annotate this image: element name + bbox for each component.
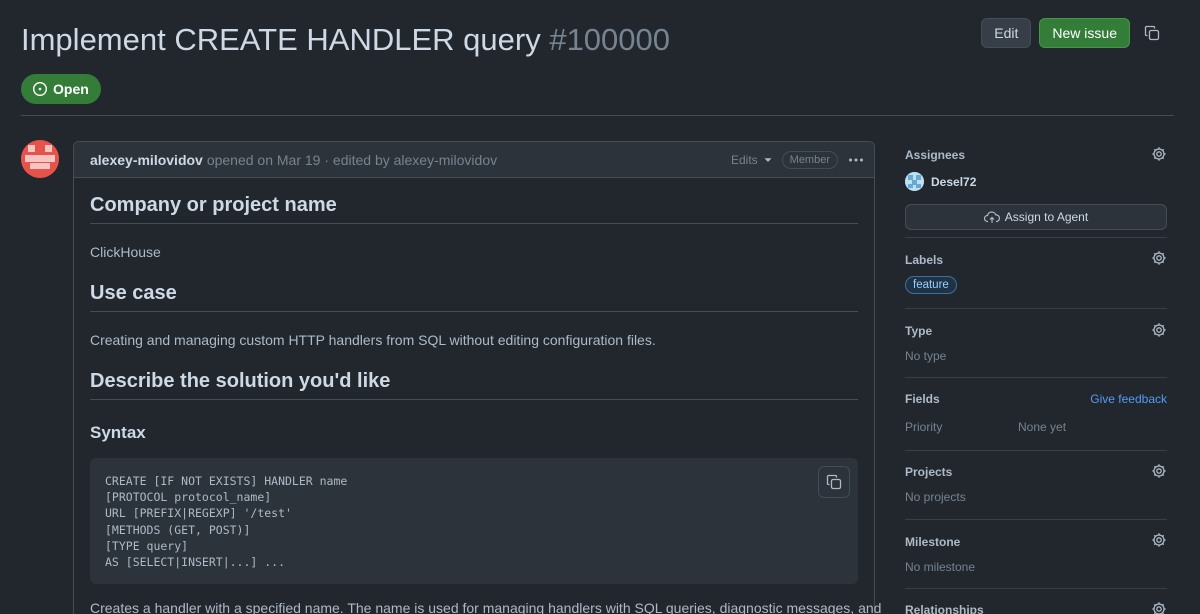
heading-solution: Describe the solution you'd like: [90, 350, 858, 400]
priority-field[interactable]: Priority None yet: [905, 420, 1066, 434]
type-value: No type: [905, 349, 947, 363]
assignee-name: Desel72: [931, 174, 977, 189]
syntax-code-block: CREATE [IF NOT EXISTS] HANDLER name [PRO…: [90, 458, 858, 584]
projects-value: No projects: [905, 490, 966, 504]
issue-page: Implement CREATE HANDLER query #100000 E…: [0, 0, 1200, 614]
copy-icon: [826, 474, 842, 490]
gear-icon[interactable]: [1151, 146, 1167, 162]
comment-header: alexey-milovidov opened on Mar 19 · edit…: [74, 142, 874, 178]
assignee-item[interactable]: Desel72: [905, 172, 976, 191]
comment-header-actions: Edits Member: [731, 150, 864, 169]
copy-code-button[interactable]: [818, 466, 850, 498]
triangle-down-icon: [764, 156, 772, 164]
fields-section: Fields Give feedback Priority None yet: [905, 378, 1167, 451]
comment-meta: opened on Mar 19 · edited by alexey-milo…: [206, 151, 498, 168]
relationships-section: Relationships: [905, 589, 1167, 614]
description-text: Creates a handler with a specified name.…: [90, 600, 882, 614]
new-issue-button[interactable]: New issue: [1039, 18, 1130, 48]
type-title[interactable]: Type: [905, 324, 932, 338]
edits-label: Edits: [730, 152, 758, 167]
kebab-horizontal-icon[interactable]: [848, 152, 864, 168]
assign-to-agent-label: Assign to Agent: [1004, 210, 1089, 224]
type-section: Type No type: [905, 309, 1167, 378]
gear-icon[interactable]: [1151, 532, 1167, 548]
gear-icon[interactable]: [1151, 463, 1167, 479]
assignees-section: Assignees Desel72 Assign to Agent: [905, 140, 1167, 238]
milestone-section: Milestone No milestone: [905, 520, 1167, 589]
header-actions: Edit New issue: [981, 18, 1166, 48]
gear-icon[interactable]: [1151, 322, 1167, 338]
milestone-title[interactable]: Milestone: [905, 535, 960, 549]
comment-body: Company or project name ClickHouse Use c…: [74, 178, 882, 614]
code-line: URL [PREFIX|REGEXP] '/test': [105, 506, 292, 521]
issue-number: #100000: [549, 22, 671, 57]
priority-value: None yet: [1018, 420, 1067, 434]
assignees-title[interactable]: Assignees: [905, 148, 965, 162]
comment-author-link[interactable]: alexey-milovidov: [90, 152, 203, 168]
fields-title: Fields: [905, 392, 940, 406]
labels-title[interactable]: Labels: [905, 253, 943, 267]
edits-dropdown[interactable]: Edits: [731, 153, 772, 167]
gear-icon[interactable]: [1151, 601, 1167, 614]
issue-body-comment: alexey-milovidov opened on Mar 19 · edit…: [73, 141, 882, 614]
gear-icon[interactable]: [1151, 250, 1167, 266]
projects-title[interactable]: Projects: [905, 465, 952, 479]
code-line: AS [SELECT|INSERT|...] ...: [105, 555, 286, 570]
issue-state-badge: Open: [21, 74, 101, 104]
issue-sidebar: Assignees Desel72 Assign to Agent Labels…: [905, 140, 1167, 614]
company-text: ClickHouse: [90, 244, 161, 260]
copy-link-icon[interactable]: [1138, 19, 1166, 47]
code-line: [TYPE query]: [105, 538, 189, 553]
priority-name: Priority: [905, 420, 943, 434]
issue-title: Implement CREATE HANDLER query #100000: [21, 22, 670, 58]
issue-state-label: Open: [53, 81, 89, 97]
heading-syntax: Syntax: [90, 423, 146, 442]
relationships-title[interactable]: Relationships: [905, 603, 984, 614]
labels-section: Labels feature: [905, 238, 1167, 309]
code-line: CREATE [IF NOT EXISTS] HANDLER name: [105, 474, 348, 488]
heading-company: Company or project name: [90, 178, 858, 224]
assign-to-agent-button[interactable]: Assign to Agent: [905, 204, 1167, 230]
cloud-agent-icon: [983, 210, 1000, 224]
assignee-avatar: [905, 172, 924, 191]
code-line: [PROTOCOL protocol_name]: [105, 490, 272, 505]
use-case-text: Creating and managing custom HTTP handle…: [90, 332, 656, 348]
projects-section: Projects No projects: [905, 451, 1167, 520]
issue-title-text: Implement CREATE HANDLER query: [21, 22, 541, 57]
code-line: [METHODS (GET, POST)]: [105, 522, 251, 537]
heading-use-case: Use case: [90, 262, 858, 312]
edit-button[interactable]: Edit: [981, 18, 1032, 48]
label-feature[interactable]: feature: [905, 276, 957, 294]
author-avatar[interactable]: [21, 140, 59, 178]
author-role-badge: Member: [781, 150, 838, 169]
give-feedback-link[interactable]: Give feedback: [1090, 392, 1167, 406]
header-divider: [21, 115, 1174, 116]
milestone-value: No milestone: [905, 560, 976, 574]
issue-opened-icon: [32, 81, 48, 97]
